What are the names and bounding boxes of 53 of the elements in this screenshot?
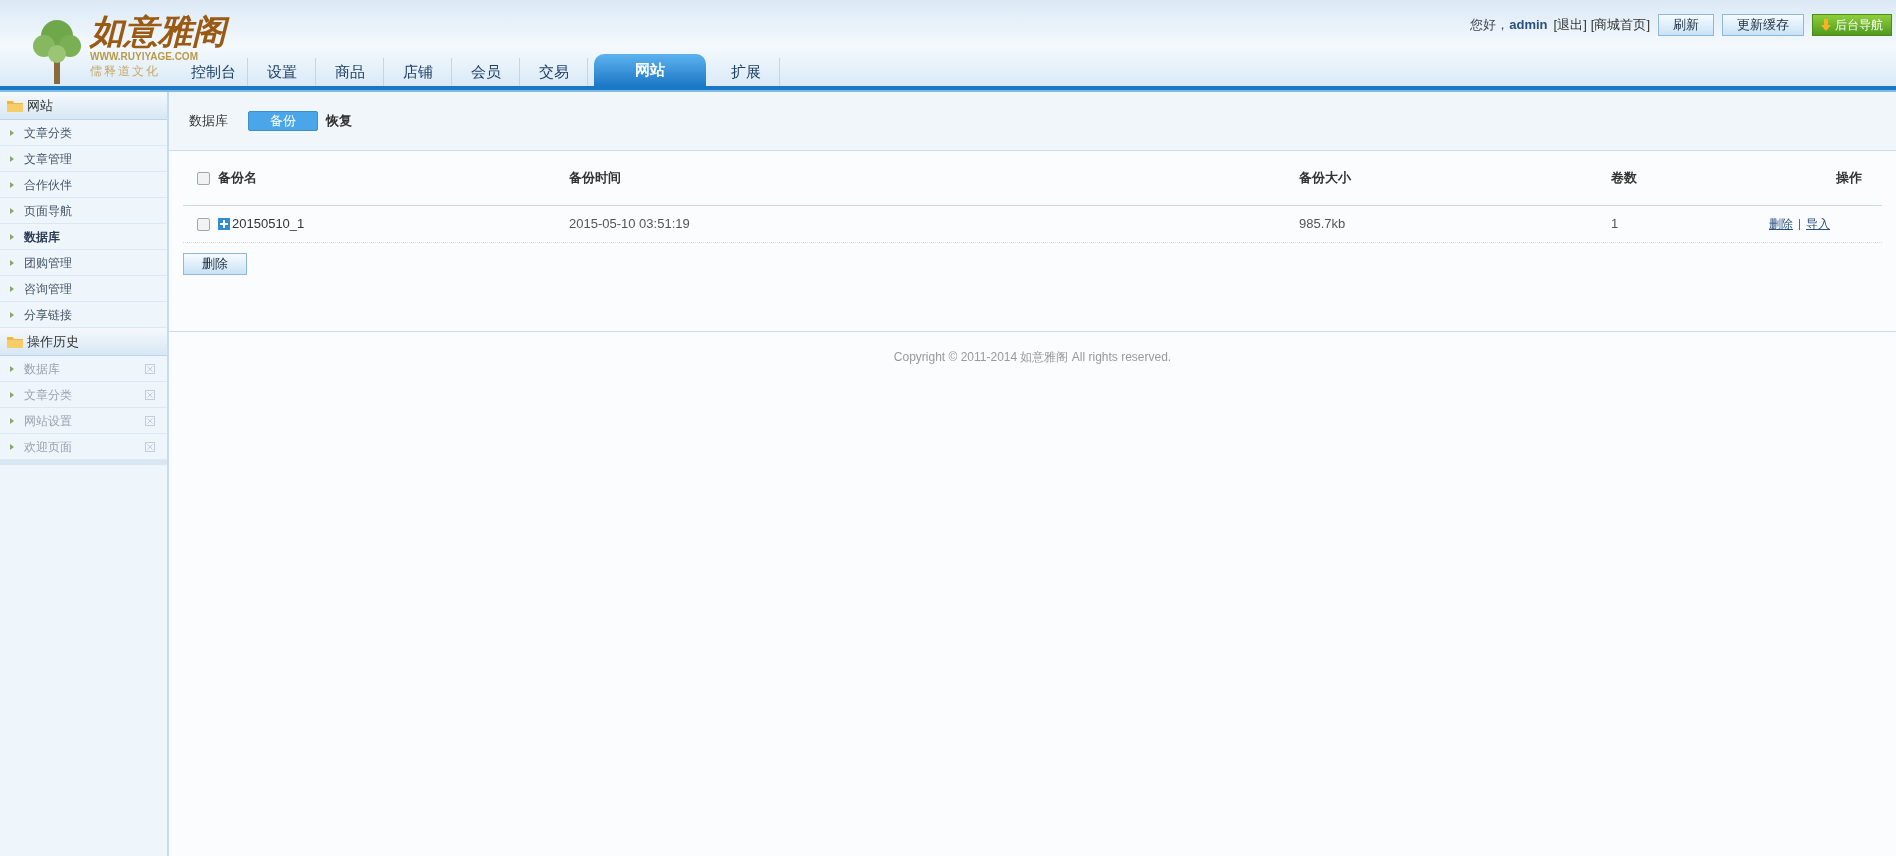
sidebar-item[interactable]: 咨询管理 [0, 276, 167, 302]
header-link[interactable]: [退出] [1553, 15, 1587, 35]
bullet-icon [10, 207, 14, 214]
sidebar-item[interactable]: 文章分类 [0, 120, 167, 146]
checkbox[interactable] [197, 217, 210, 231]
section-title: 操作历史 [27, 332, 79, 351]
bullet-icon [10, 417, 14, 424]
bullet-icon [10, 391, 14, 398]
column-header: 卷数 [1611, 169, 1638, 188]
close-icon[interactable] [145, 441, 155, 452]
header-button[interactable]: 更新缓存 [1722, 14, 1804, 36]
table-cell-text: 2015-05-10 03:51:19 [569, 215, 691, 234]
subtab[interactable]: 恢复 [326, 111, 352, 131]
bullet-icon [10, 259, 14, 266]
bullet-icon [10, 443, 14, 450]
action-link[interactable]: 删除 [1769, 215, 1793, 233]
delete-button[interactable]: 删除 [183, 252, 247, 275]
column-header: 备份名 [218, 169, 257, 188]
folder-icon [7, 335, 23, 348]
expand-icon[interactable] [218, 218, 230, 230]
sidebar-item[interactable]: 文章管理 [0, 146, 167, 172]
bullet-icon [10, 365, 14, 372]
greeting-text: 您好， [1470, 16, 1510, 35]
table-cell-text: 985.7kb [1299, 215, 1347, 234]
column-header: 备份时间 [569, 169, 622, 188]
copyright-text: Copyright © 2011-2014 如意雅阁 All rights reserved. [893, 349, 1172, 366]
column-header: 操作 [1836, 169, 1862, 188]
sidebar-section-header[interactable]: 操作历史 [0, 328, 167, 356]
close-icon[interactable] [145, 415, 155, 426]
table-cell-text: 20150510_1 [232, 215, 305, 234]
bullet-icon [10, 129, 14, 136]
logo-slogan: 儒释道文化 [90, 65, 160, 77]
down-arrow-icon [1821, 19, 1831, 31]
section-title: 网站 [27, 96, 53, 115]
bullet-icon [10, 233, 14, 240]
bullet-icon [10, 311, 14, 318]
header-link[interactable]: [商城首页] [1590, 15, 1650, 35]
checkbox[interactable] [197, 171, 210, 185]
close-icon[interactable] [145, 389, 155, 400]
table-cell-text: 1 [1611, 215, 1620, 234]
bullet-icon [10, 285, 14, 292]
folder-icon [7, 99, 23, 112]
sidebar-item[interactable]: 团购管理 [0, 250, 167, 276]
user-name: admin [1509, 16, 1548, 35]
close-icon[interactable] [145, 363, 155, 374]
bullet-icon [10, 155, 14, 162]
sidebar-item[interactable]: 合作伙伴 [0, 172, 167, 198]
bullet-icon [10, 181, 14, 188]
sidebar-section-header[interactable]: 网站 [0, 92, 167, 120]
action-link[interactable]: 导入 [1806, 215, 1830, 233]
column-header: 备份大小 [1299, 169, 1352, 188]
breadcrumb-label: 数据库 [189, 112, 228, 131]
header-button[interactable]: 刷新 [1658, 14, 1714, 36]
